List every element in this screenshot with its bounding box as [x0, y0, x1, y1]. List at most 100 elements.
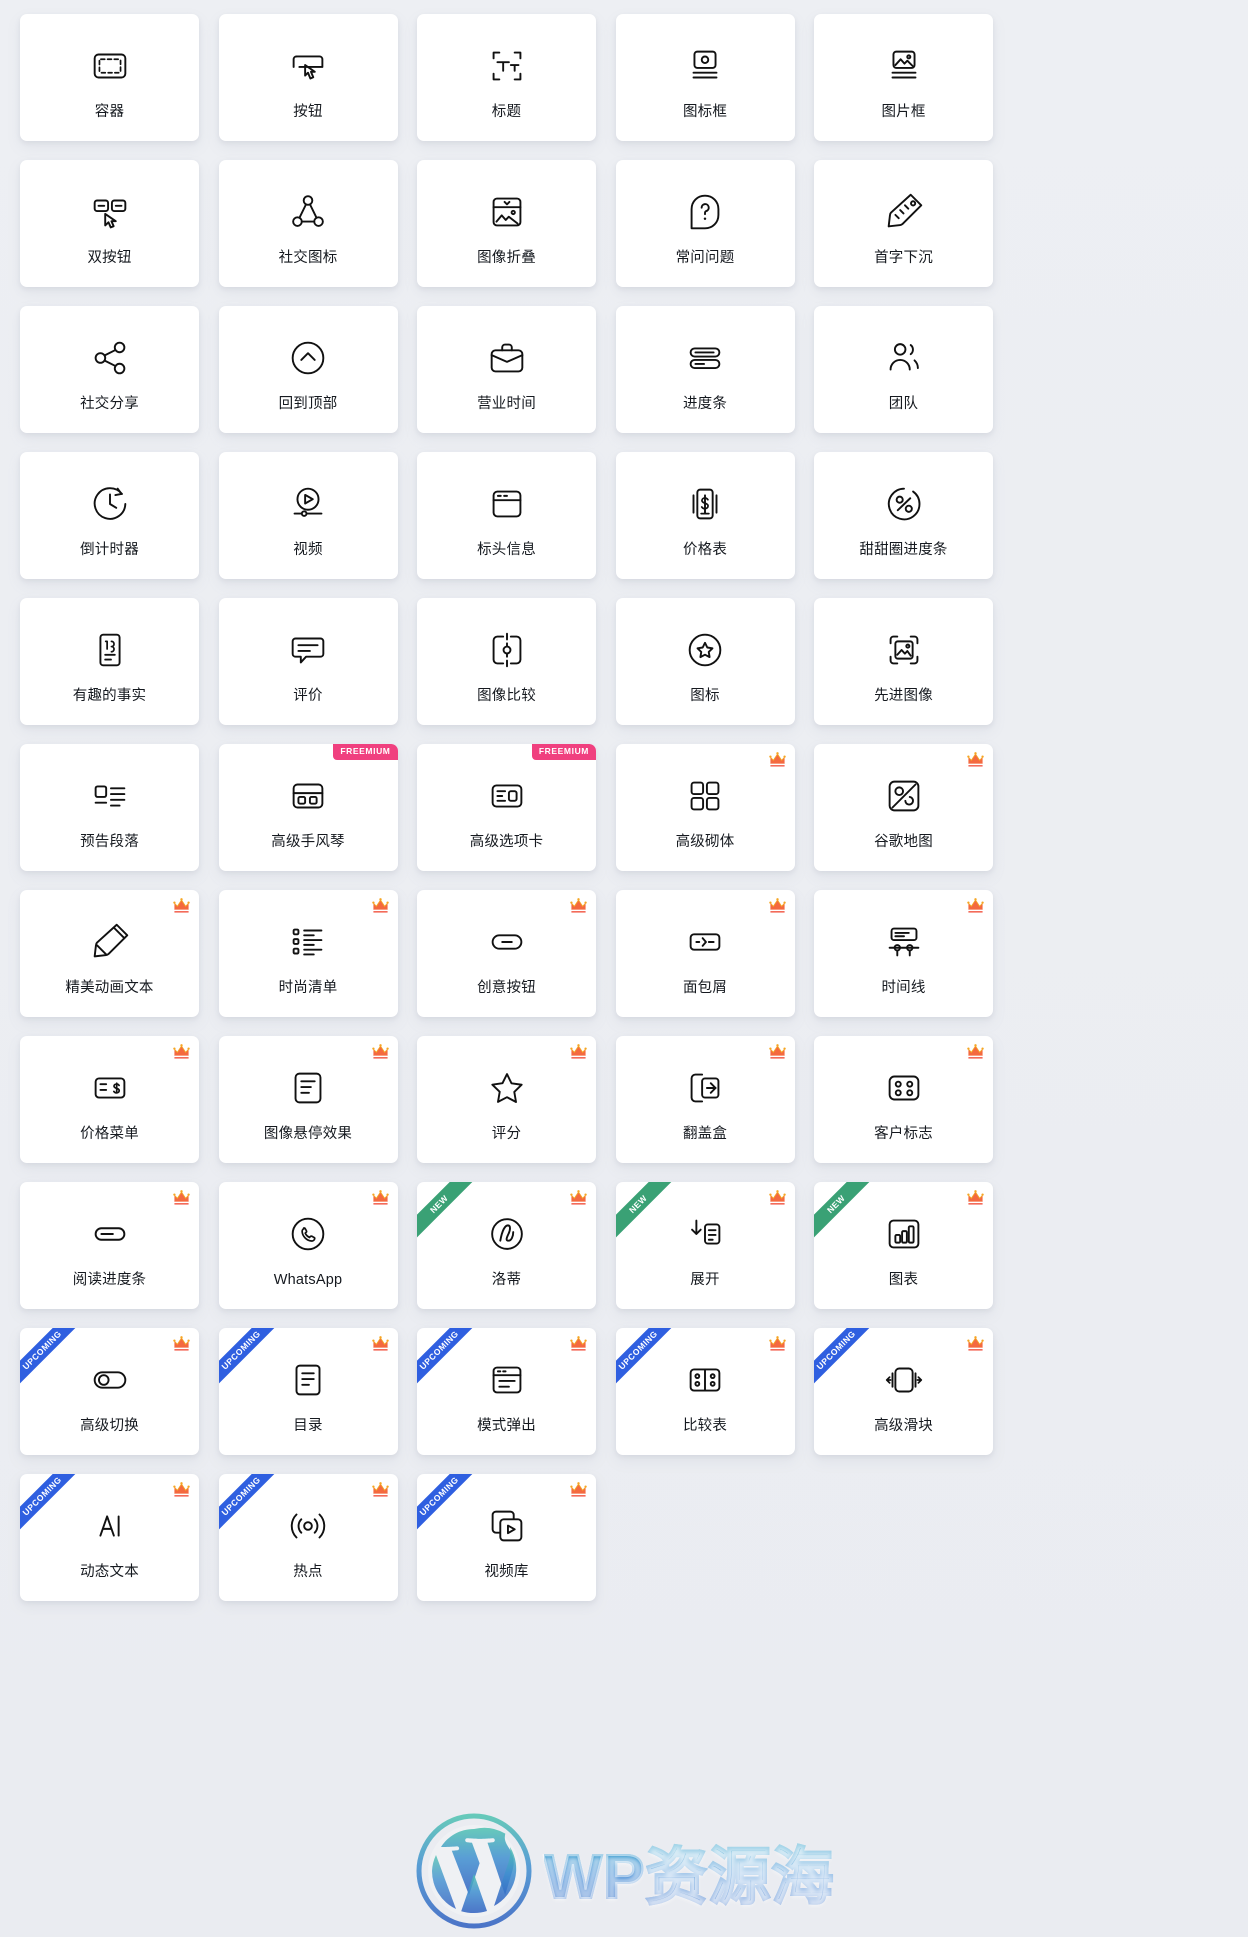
- widget-card[interactable]: 首字下沉: [814, 160, 993, 287]
- widget-label: 动态文本: [80, 1563, 139, 1580]
- widget-card[interactable]: UPCOMING 动态文本: [20, 1474, 199, 1601]
- business-hours-icon: [484, 332, 530, 384]
- widget-card[interactable]: UPCOMING 视频库: [417, 1474, 596, 1601]
- crown-icon: [173, 897, 190, 913]
- widget-card[interactable]: 社交图标: [218, 160, 398, 287]
- widget-label: 翻盖盒: [682, 1125, 728, 1142]
- widget-card[interactable]: UPCOMING 比较表: [615, 1328, 795, 1455]
- widget-card[interactable]: NEW 图表: [814, 1182, 993, 1309]
- widget-card[interactable]: 社交分享: [20, 306, 199, 433]
- widget-label: 甜甜圈进度条: [859, 541, 948, 558]
- icon-box-icon: [682, 40, 728, 92]
- widget-label: 双按钮: [87, 249, 132, 266]
- widget-card[interactable]: 有趣的事实: [20, 598, 199, 725]
- widget-card[interactable]: UPCOMING 高级切换: [20, 1328, 199, 1455]
- widget-label: 时尚清单: [278, 979, 338, 996]
- new-ribbon: NEW: [417, 1182, 487, 1252]
- crown-icon: [768, 1043, 786, 1059]
- widget-card[interactable]: 图像悬停效果: [218, 1036, 398, 1163]
- widget-card[interactable]: FREEMIUM 高级手风琴: [218, 744, 398, 871]
- widget-card[interactable]: 翻盖盒: [615, 1036, 795, 1163]
- widget-card[interactable]: 面包屑: [615, 890, 795, 1017]
- widget-label: 倒计时器: [80, 541, 139, 558]
- widget-label: 高级切换: [80, 1417, 139, 1434]
- widget-label: 社交图标: [278, 249, 338, 266]
- widget-card[interactable]: 阅读进度条: [20, 1182, 199, 1309]
- widget-card[interactable]: 精美动画文本: [20, 890, 199, 1017]
- crown-icon: [371, 1481, 389, 1497]
- widget-label: 高级滑块: [874, 1417, 933, 1434]
- widget-card[interactable]: 进度条: [615, 306, 795, 433]
- widget-card[interactable]: UPCOMING 模式弹出: [417, 1328, 596, 1455]
- advanced-image-icon: [881, 624, 927, 676]
- widget-label: 创意按钮: [477, 979, 536, 996]
- widget-card[interactable]: 容器: [20, 14, 199, 141]
- crown-icon: [768, 751, 786, 767]
- widget-card[interactable]: 图标框: [615, 14, 795, 141]
- widget-card[interactable]: 团队: [814, 306, 993, 433]
- image-box-icon: [881, 40, 927, 92]
- whatsapp-icon: [285, 1208, 331, 1260]
- widget-card[interactable]: 倒计时器: [20, 452, 199, 579]
- crown-icon: [967, 1335, 984, 1351]
- widget-card[interactable]: 评价: [218, 598, 398, 725]
- widget-card[interactable]: 高级砌体: [615, 744, 795, 871]
- widget-card[interactable]: 价格菜单: [20, 1036, 199, 1163]
- widget-card[interactable]: 图标: [615, 598, 795, 725]
- widget-card[interactable]: 标头信息: [417, 452, 596, 579]
- widget-card[interactable]: NEW 洛蒂: [417, 1182, 596, 1309]
- social-icons-icon: [285, 186, 331, 238]
- widget-card[interactable]: 时间线: [814, 890, 993, 1017]
- widget-card[interactable]: 先进图像: [814, 598, 993, 725]
- widget-card[interactable]: 客户标志: [814, 1036, 993, 1163]
- widget-card[interactable]: UPCOMING 高级滑块: [814, 1328, 993, 1455]
- widget-label: 营业时间: [477, 395, 536, 412]
- widget-card[interactable]: 图片框: [814, 14, 993, 141]
- watermark-text: WP资源海: [543, 1826, 835, 1916]
- widget-card[interactable]: 常问问题: [615, 160, 795, 287]
- progress-bar-icon: [682, 332, 728, 384]
- widget-label: 图像比较: [477, 687, 536, 704]
- widget-card[interactable]: 谷歌地图: [814, 744, 993, 871]
- widget-label: 模式弹出: [477, 1417, 536, 1434]
- widget-card[interactable]: 标题: [417, 14, 596, 141]
- widget-card[interactable]: 营业时间: [417, 306, 596, 433]
- client-logo-icon: [881, 1062, 927, 1114]
- widget-card[interactable]: 视频: [218, 452, 398, 579]
- widget-label: 视频: [293, 541, 323, 558]
- widget-label: 图表: [888, 1271, 919, 1288]
- widget-label: 图像折叠: [477, 249, 536, 266]
- widget-label: 图标框: [682, 103, 728, 120]
- widget-label: 图片框: [881, 103, 926, 120]
- upcoming-ribbon-label: UPCOMING: [20, 1328, 85, 1393]
- widget-card[interactable]: 回到顶部: [218, 306, 398, 433]
- widget-label: 高级选项卡: [469, 833, 544, 850]
- widget-card[interactable]: 甜甜圈进度条: [814, 452, 993, 579]
- widget-card[interactable]: 评分: [417, 1036, 596, 1163]
- widget-card[interactable]: 价格表: [615, 452, 795, 579]
- widget-card[interactable]: 预告段落: [20, 744, 199, 871]
- widget-label: 评分: [491, 1125, 522, 1142]
- widget-card[interactable]: 图像比较: [417, 598, 596, 725]
- widget-card[interactable]: 按钮: [218, 14, 398, 141]
- widget-card[interactable]: 图像折叠: [417, 160, 596, 287]
- widget-card[interactable]: 双按钮: [20, 160, 199, 287]
- widget-label: 标题: [491, 103, 522, 120]
- upcoming-ribbon-label: UPCOMING: [417, 1474, 482, 1539]
- widget-label: 回到顶部: [278, 395, 338, 412]
- widget-card[interactable]: FREEMIUM 高级选项卡: [417, 744, 596, 871]
- dynamic-text-icon: [87, 1500, 133, 1552]
- upcoming-ribbon-label: UPCOMING: [615, 1328, 680, 1393]
- widget-label: 按钮: [293, 103, 323, 120]
- widget-card[interactable]: 创意按钮: [417, 890, 596, 1017]
- donut-progress-icon: [881, 478, 927, 530]
- widget-gallery-page: 容器 按钮 标题 图标框 图片框双按钮 社交图标 图像折叠 常问问题 首字下沉社交分享 回到顶部 营…: [0, 0, 1248, 1937]
- upcoming-ribbon: UPCOMING: [20, 1474, 90, 1544]
- widget-card[interactable]: 时尚清单: [218, 890, 398, 1017]
- widget-card[interactable]: WhatsApp: [218, 1182, 398, 1309]
- widget-card[interactable]: UPCOMING 目录: [218, 1328, 398, 1455]
- widget-card[interactable]: NEW 展开: [615, 1182, 795, 1309]
- lottie-icon: [484, 1208, 530, 1260]
- freemium-badge: FREEMIUM: [531, 744, 596, 760]
- widget-card[interactable]: UPCOMING 热点: [218, 1474, 398, 1601]
